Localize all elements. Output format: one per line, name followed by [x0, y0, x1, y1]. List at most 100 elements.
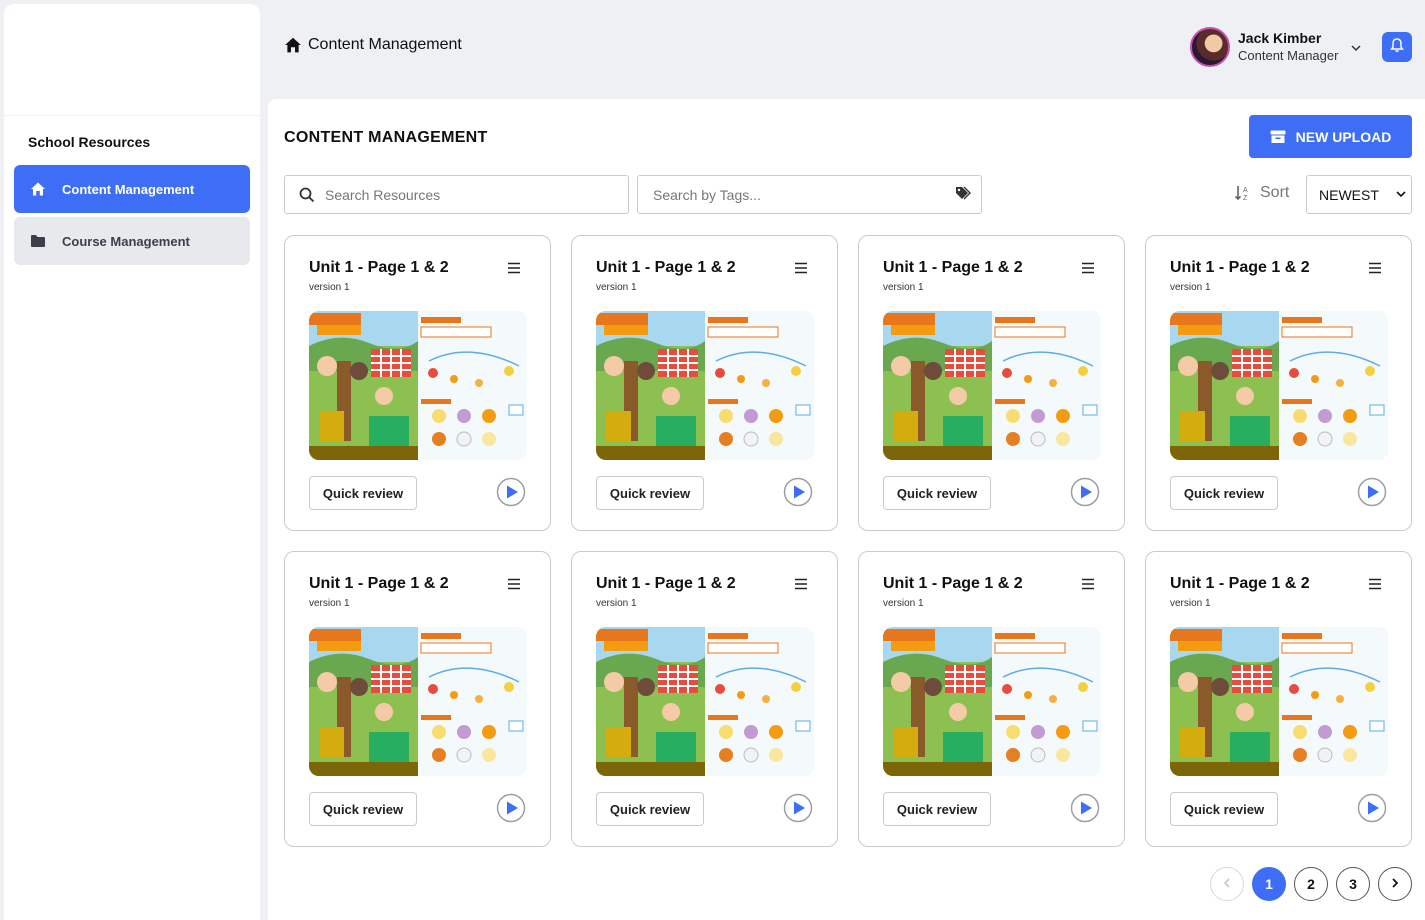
card-title: Unit 1 - Page 1 & 2	[596, 259, 736, 276]
play-icon[interactable]	[783, 477, 813, 507]
breadcrumb: Content Management	[284, 36, 462, 54]
user-role: Content Manager	[1238, 48, 1339, 63]
resource-card[interactable]: Unit 1 - Page 1 & 2 version 1 Quick revi…	[1145, 235, 1412, 531]
chevron-down-icon	[1395, 187, 1407, 203]
card-title: Unit 1 - Page 1 & 2	[1170, 259, 1310, 276]
resource-card[interactable]: Unit 1 - Page 1 & 2 version 1 Quick revi…	[1145, 551, 1412, 847]
hamburger-menu-icon[interactable]	[507, 261, 521, 274]
tags-placeholder: Search by Tags...	[653, 186, 761, 203]
worksheet-thumbnail-image	[883, 627, 1101, 776]
card-title: Unit 1 - Page 1 & 2	[883, 259, 1023, 276]
sidebar-item-label: Course Management	[62, 233, 190, 249]
card-version: version 1	[1170, 282, 1211, 293]
main-panel: CONTENT MANAGEMENT NEW UPLOAD Search Res…	[268, 99, 1425, 920]
quick-review-button[interactable]: Quick review	[1170, 476, 1278, 510]
worksheet-thumbnail-image	[309, 627, 527, 776]
page-button-2[interactable]: 2	[1294, 867, 1328, 901]
user-menu[interactable]: Jack Kimber Content Manager	[1190, 27, 1362, 67]
chevron-down-icon	[1350, 41, 1362, 53]
card-title: Unit 1 - Page 1 & 2	[309, 575, 449, 592]
card-thumbnail[interactable]	[596, 311, 814, 460]
quick-review-button[interactable]: Quick review	[309, 476, 417, 510]
resource-card[interactable]: Unit 1 - Page 1 & 2 version 1 Quick revi…	[284, 551, 551, 847]
quick-review-button[interactable]: Quick review	[883, 476, 991, 510]
play-icon[interactable]	[1070, 477, 1100, 507]
card-title: Unit 1 - Page 1 & 2	[1170, 575, 1310, 592]
quick-review-button[interactable]: Quick review	[309, 792, 417, 826]
sort-control[interactable]: AZ Sort	[1234, 184, 1289, 202]
resource-card[interactable]: Unit 1 - Page 1 & 2 version 1 Quick revi…	[284, 235, 551, 531]
page-button-1[interactable]: 1	[1252, 867, 1286, 901]
card-version: version 1	[1170, 598, 1211, 609]
sort-label: Sort	[1260, 184, 1290, 201]
new-upload-label: NEW UPLOAD	[1295, 128, 1392, 145]
sidebar-item-content-management[interactable]: Content Management	[14, 165, 250, 213]
play-icon[interactable]	[1070, 793, 1100, 823]
tags-search-input[interactable]: Search by Tags...	[637, 175, 982, 214]
new-upload-button[interactable]: NEW UPLOAD	[1249, 115, 1412, 158]
play-icon[interactable]	[1357, 477, 1387, 507]
quick-review-button[interactable]: Quick review	[1170, 792, 1278, 826]
hamburger-menu-icon[interactable]	[794, 261, 808, 274]
worksheet-thumbnail-image	[596, 311, 814, 460]
quick-review-button[interactable]: Quick review	[596, 476, 704, 510]
card-thumbnail[interactable]	[1170, 311, 1388, 460]
hamburger-menu-icon[interactable]	[1368, 261, 1382, 274]
next-page-button[interactable]	[1378, 867, 1412, 901]
card-thumbnail[interactable]	[309, 311, 527, 460]
bell-icon	[1389, 37, 1405, 58]
chevron-left-icon	[1221, 876, 1233, 892]
card-title: Unit 1 - Page 1 & 2	[596, 575, 736, 592]
notifications-button[interactable]	[1382, 32, 1412, 62]
sort-select[interactable]: NEWEST	[1306, 175, 1412, 214]
sort-icon: AZ	[1234, 184, 1252, 202]
resource-card[interactable]: Unit 1 - Page 1 & 2 version 1 Quick revi…	[858, 551, 1125, 847]
archive-icon	[1270, 130, 1286, 144]
sidebar-section-title: School Resources	[28, 134, 151, 150]
resource-card[interactable]: Unit 1 - Page 1 & 2 version 1 Quick revi…	[571, 235, 838, 531]
search-input[interactable]: Search Resources	[284, 175, 629, 214]
hamburger-menu-icon[interactable]	[507, 577, 521, 590]
sidebar-item-label: Content Management	[62, 181, 195, 197]
search-placeholder: Search Resources	[325, 186, 441, 203]
quick-review-button[interactable]: Quick review	[596, 792, 704, 826]
home-icon	[284, 36, 302, 54]
svg-text:Z: Z	[1243, 195, 1248, 202]
prev-page-button[interactable]	[1210, 867, 1244, 901]
card-version: version 1	[883, 282, 924, 293]
card-thumbnail[interactable]	[883, 311, 1101, 460]
card-thumbnail[interactable]	[309, 627, 527, 776]
quick-review-button[interactable]: Quick review	[883, 792, 991, 826]
home-icon	[30, 181, 46, 197]
sidebar-item-course-management[interactable]: Course Management	[14, 217, 250, 265]
card-title: Unit 1 - Page 1 & 2	[309, 259, 449, 276]
card-thumbnail[interactable]	[883, 627, 1101, 776]
resource-card[interactable]: Unit 1 - Page 1 & 2 version 1 Quick revi…	[858, 235, 1125, 531]
tags-icon	[955, 186, 971, 203]
user-name: Jack Kimber	[1238, 30, 1322, 46]
worksheet-thumbnail-image	[1170, 311, 1388, 460]
card-version: version 1	[309, 598, 350, 609]
card-version: version 1	[309, 282, 350, 293]
worksheet-thumbnail-image	[883, 311, 1101, 460]
play-icon[interactable]	[783, 793, 813, 823]
play-icon[interactable]	[1357, 793, 1387, 823]
card-version: version 1	[596, 598, 637, 609]
svg-text:A: A	[1243, 187, 1248, 194]
hamburger-menu-icon[interactable]	[794, 577, 808, 590]
card-thumbnail[interactable]	[596, 627, 814, 776]
hamburger-menu-icon[interactable]	[1081, 577, 1095, 590]
sidebar: School Resources Content Management Cour…	[4, 4, 260, 920]
search-icon	[299, 187, 315, 203]
worksheet-thumbnail-image	[596, 627, 814, 776]
play-icon[interactable]	[496, 477, 526, 507]
hamburger-menu-icon[interactable]	[1081, 261, 1095, 274]
card-thumbnail[interactable]	[1170, 627, 1388, 776]
section-title: CONTENT MANAGEMENT	[284, 129, 488, 146]
play-icon[interactable]	[496, 793, 526, 823]
chevron-right-icon	[1389, 876, 1401, 892]
page-button-3[interactable]: 3	[1336, 867, 1370, 901]
hamburger-menu-icon[interactable]	[1368, 577, 1382, 590]
logo-area	[4, 4, 260, 116]
resource-card[interactable]: Unit 1 - Page 1 & 2 version 1 Quick revi…	[571, 551, 838, 847]
